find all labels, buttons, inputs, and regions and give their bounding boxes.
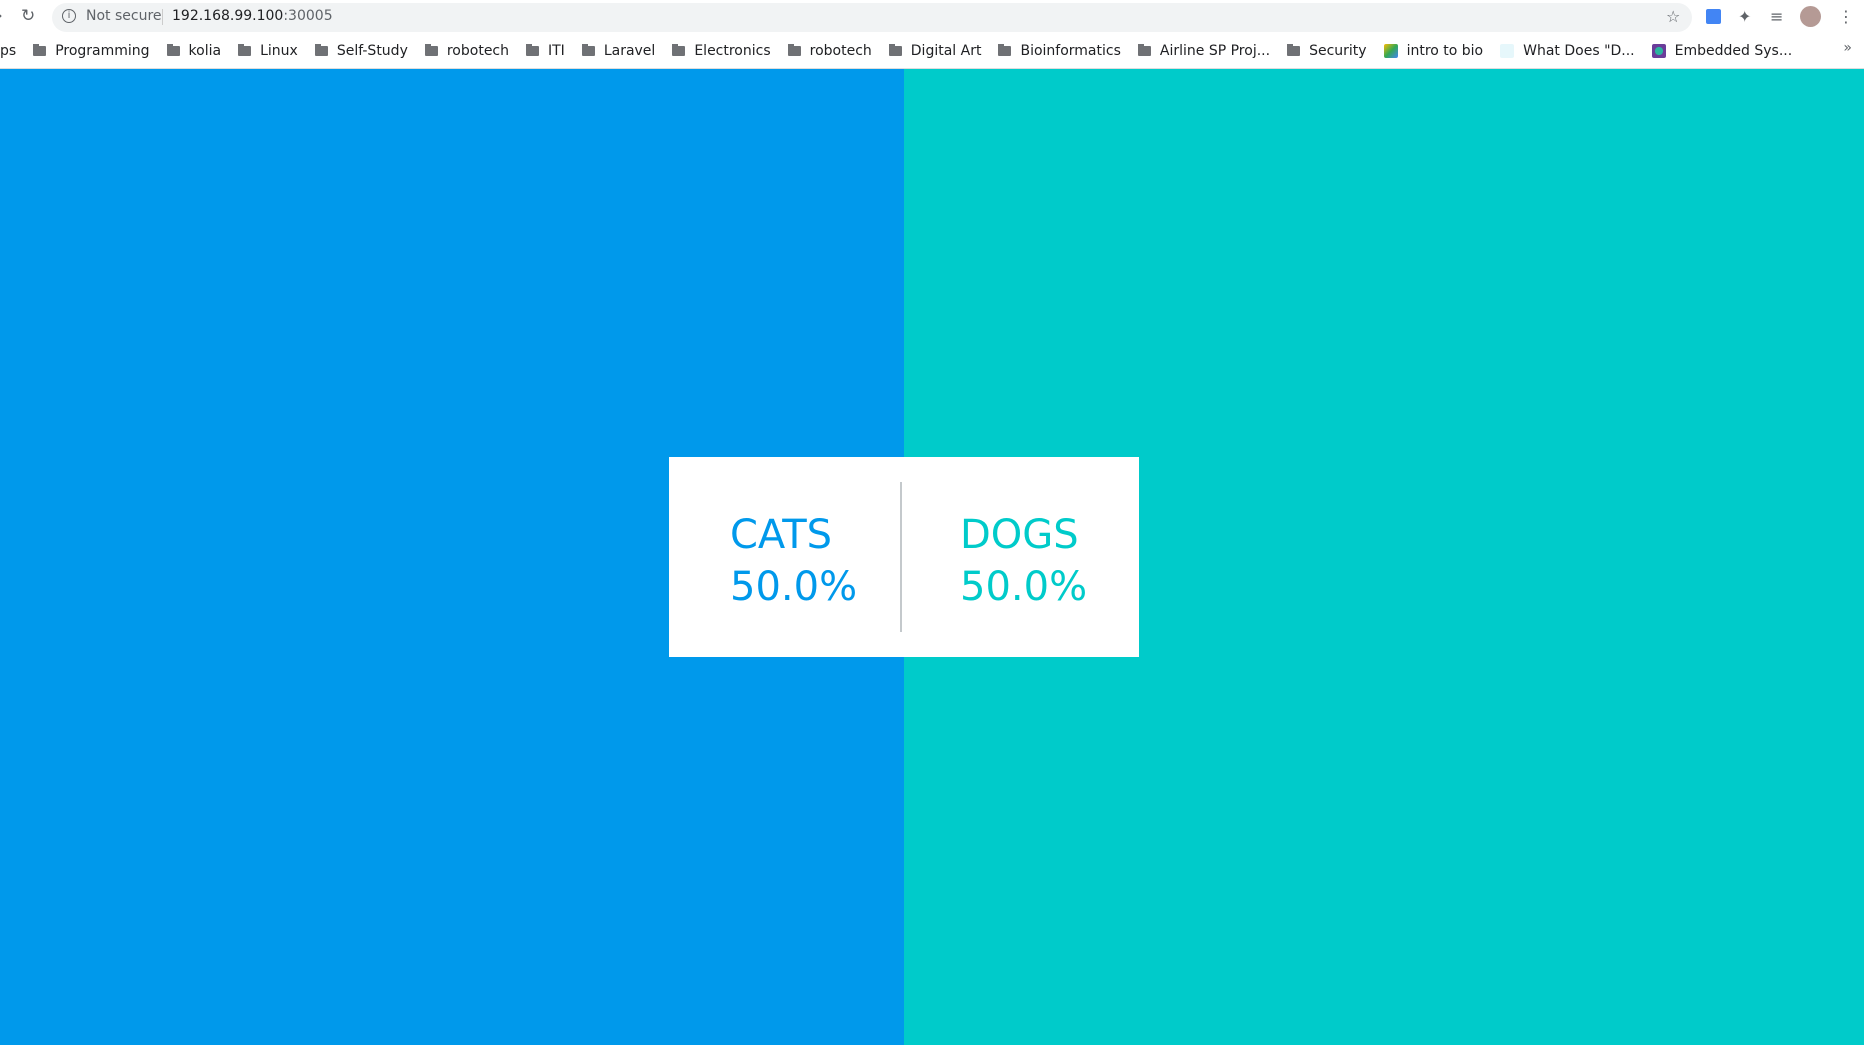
bookmark-label: Electronics [694, 43, 771, 59]
folder-icon [33, 44, 47, 56]
google-drive-icon [1383, 44, 1398, 58]
bookmark-label: ITI [548, 43, 565, 59]
bookmark-label: Self-Study [336, 43, 408, 59]
bookmark-digital-art[interactable]: Digital Art [888, 43, 982, 59]
forward-icon[interactable]: › [0, 6, 3, 26]
results-card: CATS 50.0% DOGS 50.0% [669, 457, 1139, 657]
bookmark-embedded-sys[interactable]: Embedded Sys... [1651, 43, 1793, 59]
bookmark-laravel[interactable]: Laravel [581, 43, 656, 59]
bookmark-label: ps [0, 43, 17, 59]
bookmark-label: Airline SP Proj... [1159, 43, 1271, 59]
bookmark-label: Bioinformatics [1020, 43, 1121, 59]
dogs-label: DOGS [960, 512, 1079, 558]
extensions-icon[interactable]: ✦ [1738, 7, 1751, 26]
bookmark-label: robotech [446, 43, 509, 59]
folder-icon [526, 44, 539, 56]
separator [162, 9, 163, 25]
cats-percent: 50.0% [730, 564, 858, 610]
more-bookmarks-button[interactable]: » [1843, 40, 1852, 56]
dots-app-icon [1651, 44, 1666, 58]
url-host: 192.168.99.100 [172, 8, 284, 24]
bookmark-label: kolia [188, 43, 222, 59]
folder-icon [238, 44, 252, 56]
folder-icon [1137, 44, 1151, 56]
folder-icon [581, 44, 595, 56]
folder-icon [998, 44, 1012, 56]
media-icon[interactable]: ≡ [1770, 7, 1783, 26]
bookmark-airline-sp-proj[interactable]: Airline SP Proj... [1137, 43, 1271, 59]
bookmark-label: Laravel [603, 43, 656, 59]
bookmark-electronics[interactable]: Electronics [672, 43, 771, 59]
menu-icon[interactable]: ⋮ [1838, 7, 1854, 26]
dogs-result: DOGS 50.0% [960, 509, 1087, 613]
bookmark-label: robotech [809, 43, 872, 59]
bookmark-bioinformatics[interactable]: Bioinformatics [998, 43, 1121, 59]
translate-icon[interactable] [1706, 9, 1721, 24]
folder-icon [888, 44, 902, 56]
bookmark-label: What Does "D... [1523, 43, 1635, 59]
bookmark-robotech[interactable]: robotech [787, 43, 872, 59]
bookmark-programming[interactable]: Programming [33, 43, 150, 59]
folder-icon [787, 44, 801, 56]
bookmark-robotech[interactable]: robotech [424, 43, 509, 59]
cats-label: CATS [730, 512, 833, 558]
reload-icon[interactable]: ↻ [21, 6, 35, 26]
bookmark-label: Linux [260, 43, 298, 59]
bookmark-label: Embedded Sys... [1674, 43, 1793, 59]
info-icon[interactable]: i [62, 9, 76, 23]
bookmark-label: Programming [55, 43, 150, 59]
dogs-percent: 50.0% [960, 564, 1088, 610]
bookmark-ps[interactable]: ps [0, 43, 16, 59]
divider [900, 482, 902, 632]
star-icon[interactable]: ☆ [1666, 7, 1680, 26]
folder-icon [1287, 44, 1301, 56]
bookmark-iti[interactable]: ITI [526, 43, 565, 59]
bookmarks-bar: ps Programming kolia Linux Self-Study robotec… [0, 40, 1809, 62]
bookmark-what-does-d[interactable]: What Does "D... [1500, 43, 1635, 59]
url-port: :30005 [283, 8, 333, 24]
url-text[interactable]: 192.168.99.100:30005 [172, 8, 333, 24]
folder-icon [166, 44, 180, 56]
folder-icon [424, 44, 438, 56]
bookmark-kolia[interactable]: kolia [166, 43, 222, 59]
bookmark-label: Security [1309, 43, 1367, 59]
folder-icon [314, 44, 328, 56]
bookmark-linux[interactable]: Linux [238, 43, 298, 59]
bookmark-label: Digital Art [910, 43, 982, 59]
bookmark-security[interactable]: Security [1287, 43, 1367, 59]
bookmark-intro-to-bio[interactable]: intro to bio [1383, 43, 1484, 59]
m-site-icon [1500, 44, 1515, 58]
folder-icon [672, 44, 686, 56]
cats-result: CATS 50.0% [730, 509, 857, 613]
bookmark-self-study[interactable]: Self-Study [314, 43, 408, 59]
bookmark-label: intro to bio [1406, 43, 1484, 59]
security-label: Not secure [86, 8, 162, 24]
browser-chrome: › ↻ i Not secure 192.168.99.100:30005 ☆ … [0, 0, 1864, 69]
avatar[interactable] [1800, 6, 1821, 27]
